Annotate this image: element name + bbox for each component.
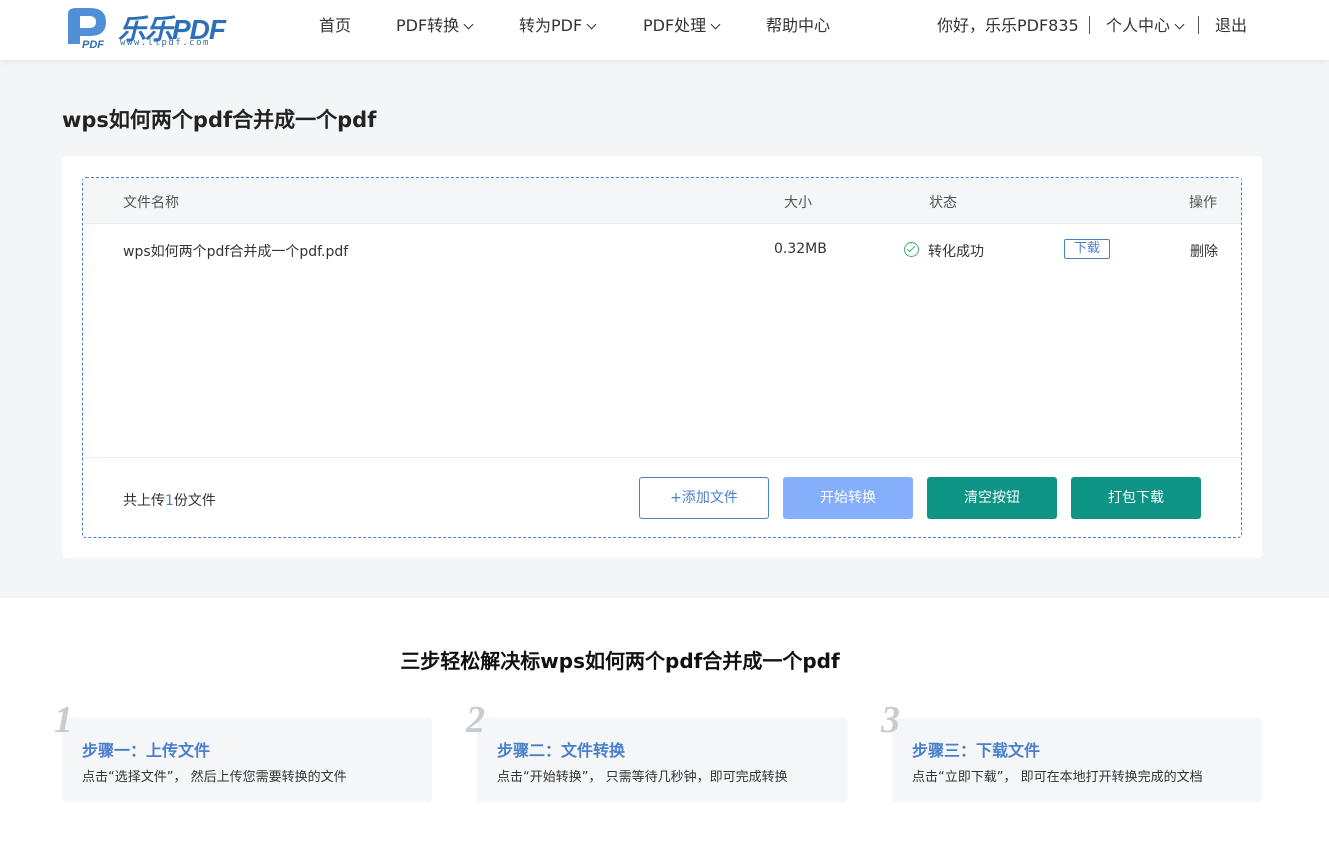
nav-home[interactable]: 首页	[319, 0, 351, 52]
add-file-button[interactable]: +添加文件	[639, 477, 769, 519]
chevron-down-icon	[463, 19, 474, 30]
nav-pdf-convert-label: PDF转换	[396, 16, 460, 35]
upload-count-number: 1	[165, 493, 174, 509]
step-title-1: 步骤一：上传文件	[82, 741, 211, 760]
header-divider	[1198, 16, 1199, 34]
step-number-3: 3	[881, 699, 900, 741]
step-title-2: 步骤二：文件转换	[497, 741, 626, 760]
top-header: PDF 乐乐PDF www.llpdf.com 首页 PDF转换 转为PDF P…	[0, 0, 1329, 60]
column-header-status: 状态	[929, 195, 957, 211]
table-header	[83, 178, 1241, 224]
chevron-down-icon	[710, 19, 721, 30]
upload-count-suffix: 份文件	[173, 493, 216, 509]
nav-help-label: 帮助中心	[766, 16, 831, 35]
logo-mark-icon: PDF	[68, 8, 106, 50]
step-number-2: 2	[466, 699, 485, 741]
nav-to-pdf-label: 转为PDF	[519, 16, 583, 35]
file-status: 转化成功	[928, 244, 984, 260]
step-desc-2: 点击“开始转换”， 只需等待几秒钟，即可完成转换	[497, 770, 788, 785]
start-convert-button[interactable]: 开始转换	[783, 477, 913, 519]
user-greeting: 你好，乐乐PDF835	[937, 0, 1079, 52]
file-name: wps如何两个pdf合并成一个pdf.pdf	[123, 244, 349, 260]
user-center-label: 个人中心	[1106, 16, 1171, 35]
column-header-action: 操作	[1189, 195, 1217, 211]
chevron-down-icon	[586, 19, 597, 30]
clear-button[interactable]: 清空按钮	[927, 477, 1057, 519]
svg-text:PDF: PDF	[82, 39, 104, 50]
steps-title: 三步轻松解决标wps如何两个pdf合并成一个pdf	[400, 649, 840, 673]
pack-download-button[interactable]: 打包下载	[1071, 477, 1201, 519]
nav-pdf-process[interactable]: PDF处理	[643, 0, 721, 52]
step-number-1: 1	[54, 699, 73, 741]
nav-help[interactable]: 帮助中心	[766, 0, 830, 52]
download-button[interactable]: 下载	[1064, 239, 1110, 259]
nav-home-label: 首页	[319, 16, 352, 35]
user-greeting-text: 你好，乐乐PDF835	[937, 16, 1079, 35]
check-circle-icon	[904, 242, 919, 257]
file-size: 0.32MB	[774, 241, 827, 257]
user-center-menu[interactable]: 个人中心	[1106, 0, 1185, 52]
column-header-name: 文件名称	[123, 195, 179, 211]
step-desc-1: 点击“选择文件”， 然后上传您需要转换的文件	[82, 770, 347, 785]
nav-pdf-process-label: PDF处理	[643, 16, 707, 35]
page-title: wps如何两个pdf合并成一个pdf	[62, 108, 377, 132]
delete-button[interactable]: 删除	[1190, 241, 1218, 261]
panel-divider	[83, 457, 1241, 458]
upload-count-prefix: 共上传	[123, 493, 165, 509]
column-header-size: 大小	[784, 195, 812, 211]
logout-link[interactable]: 退出	[1215, 0, 1247, 52]
nav-pdf-convert[interactable]: PDF转换	[396, 0, 474, 52]
chevron-down-icon	[1174, 19, 1185, 30]
nav-to-pdf[interactable]: 转为PDF	[519, 0, 597, 52]
step-desc-3: 点击“立即下载”， 即可在本地打开转换完成的文档	[912, 770, 1203, 785]
site-logo[interactable]: PDF 乐乐PDF www.llpdf.com	[60, 4, 230, 50]
upload-count: 共上传1份文件	[123, 490, 216, 510]
step-title-3: 步骤三：下载文件	[912, 741, 1041, 760]
header-divider	[1089, 16, 1090, 34]
logo-url: www.llpdf.com	[120, 38, 210, 48]
logout-label: 退出	[1215, 16, 1248, 35]
